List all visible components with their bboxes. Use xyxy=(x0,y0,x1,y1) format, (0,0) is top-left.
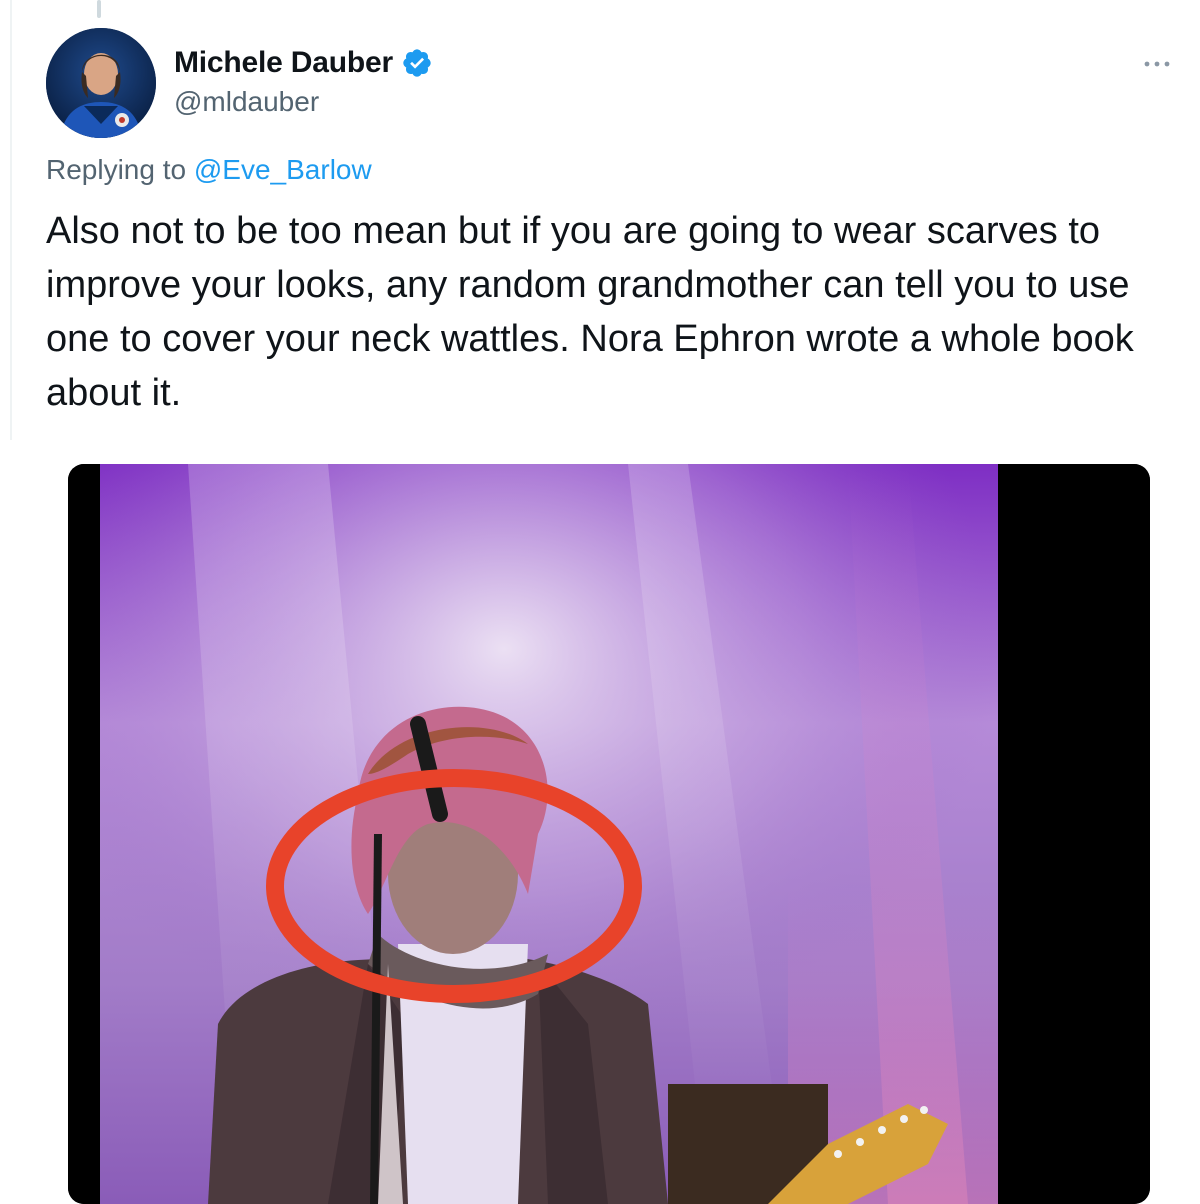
concert-photo xyxy=(68,464,1150,1204)
author-handle[interactable]: @mldauber xyxy=(174,86,319,118)
author-name-row: Michele Dauber xyxy=(174,46,433,80)
avatar-image xyxy=(46,28,156,138)
replying-to: Replying to @Eve_Barlow xyxy=(46,154,372,186)
thread-border xyxy=(10,0,12,440)
replying-to-label: Replying to xyxy=(46,154,194,185)
more-options-icon[interactable] xyxy=(1140,52,1174,76)
reply-to-handle-link[interactable]: @Eve_Barlow xyxy=(194,154,372,185)
tweet-text: Also not to be too mean but if you are g… xyxy=(46,210,1134,414)
tweet-media-photo[interactable] xyxy=(68,464,1150,1204)
thread-connector xyxy=(97,0,101,18)
verified-badge-icon xyxy=(403,49,431,77)
author-display-name[interactable]: Michele Dauber xyxy=(174,46,393,80)
avatar[interactable] xyxy=(46,28,156,138)
